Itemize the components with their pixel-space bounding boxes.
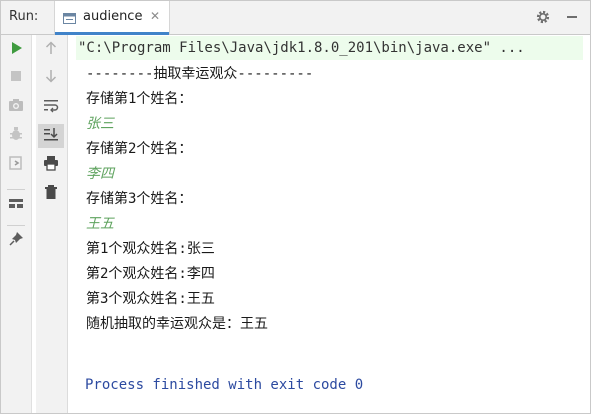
camera-icon	[8, 97, 24, 117]
restore-layout-icon	[8, 155, 24, 175]
stop-button[interactable]	[1, 66, 31, 90]
layout-button[interactable]	[1, 193, 31, 217]
console-line: 存储第2个姓名：	[86, 141, 193, 157]
left-toolbar	[1, 35, 32, 413]
console-line: 随机抽取的幸运观众是：王五	[86, 316, 268, 332]
console-output[interactable]: "C:\Program Files\Java\jdk1.8.0_201\bin\…	[76, 35, 590, 413]
run-label: Run:	[9, 9, 39, 24]
minimize-icon[interactable]	[564, 9, 580, 25]
console-line: 第1个观众姓名:张三	[86, 241, 215, 257]
toolbar-divider	[7, 225, 25, 226]
run-icon	[8, 40, 24, 60]
clear-all-button[interactable]	[36, 182, 66, 206]
stop-icon	[8, 68, 24, 88]
rerun-button[interactable]	[1, 38, 31, 62]
tab-title: audience	[83, 9, 143, 24]
user-input-line: 王五	[86, 216, 114, 232]
user-input-line: 李四	[86, 166, 114, 182]
soft-wrap-icon	[43, 97, 59, 117]
pin-button[interactable]	[1, 229, 31, 253]
up-button[interactable]	[36, 38, 66, 62]
console-line: --------抽取幸运观众---------	[86, 66, 314, 82]
close-icon[interactable]: ✕	[150, 9, 160, 23]
arrow-up-icon	[43, 40, 59, 60]
exit-message: Process finished with exit code 0	[85, 377, 364, 393]
scroll-to-end-button[interactable]	[38, 124, 64, 148]
run-tool-window: Run: audience ✕ "C:\Program Files\Java\j…	[0, 0, 591, 414]
pin-icon	[8, 231, 24, 251]
settings-gear-icon[interactable]	[535, 9, 551, 25]
layout-icon	[8, 195, 24, 215]
print-button[interactable]	[36, 153, 66, 177]
console-line: 第3个观众姓名:王五	[86, 291, 215, 307]
print-icon	[43, 155, 59, 175]
console-line: 第2个观众姓名:李四	[86, 266, 215, 282]
console-tab-icon	[63, 10, 76, 24]
console-line: 存储第3个姓名：	[86, 191, 193, 207]
down-button[interactable]	[36, 66, 66, 90]
toolbar-divider	[7, 189, 25, 190]
debug-button[interactable]	[1, 124, 31, 148]
soft-wrap-button[interactable]	[36, 95, 66, 119]
user-input-line: 张三	[86, 116, 114, 132]
trash-icon	[43, 184, 59, 204]
command-line: "C:\Program Files\Java\jdk1.8.0_201\bin\…	[76, 36, 583, 60]
arrow-down-icon	[43, 68, 59, 88]
tab-audience[interactable]: audience ✕	[54, 1, 170, 35]
dump-threads-button[interactable]	[1, 95, 31, 119]
restore-layout-button[interactable]	[1, 153, 31, 177]
debug-bug-icon	[8, 126, 24, 146]
scroll-to-end-icon	[43, 126, 59, 146]
console-line: 存储第1个姓名：	[86, 91, 193, 107]
right-toolbar	[36, 35, 68, 413]
run-header: Run: audience ✕	[1, 1, 590, 35]
